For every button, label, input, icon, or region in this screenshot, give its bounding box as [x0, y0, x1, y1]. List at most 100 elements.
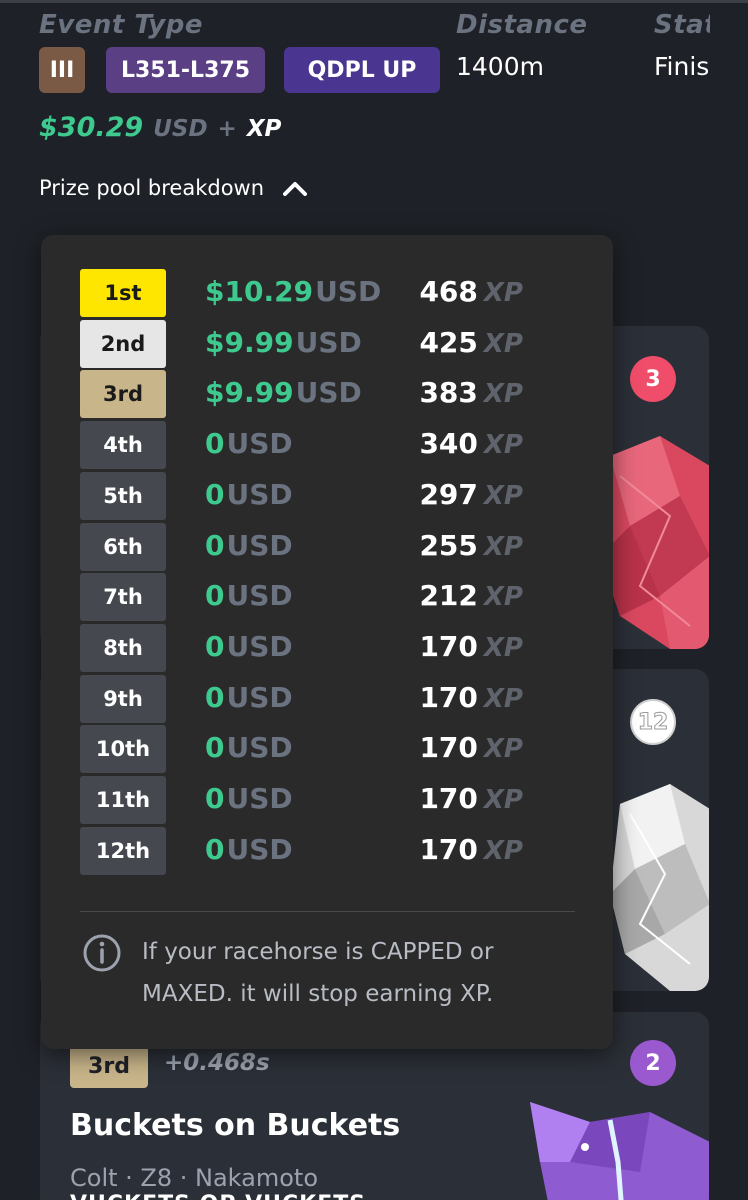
prize-row: 2nd $9.99USD 425 XP: [80, 319, 540, 368]
usd-unit: USD: [226, 579, 293, 613]
place-badge: 4th: [80, 421, 166, 470]
status-label: Stat: [654, 10, 710, 40]
usd-unit: USD: [226, 782, 293, 815]
event-tag-chip[interactable]: QDPL UP: [284, 47, 440, 93]
prize-row: 6th 0USD 255 XP: [80, 522, 540, 571]
place-badge: 11th: [80, 776, 166, 824]
usd-amount: 0: [205, 629, 225, 663]
prize-breakdown-toggle[interactable]: Prize pool breakdown: [39, 176, 308, 200]
usd-unit: USD: [226, 427, 293, 461]
gate-number: 12: [637, 709, 669, 735]
usd-amount: 0: [205, 731, 225, 765]
prize-row: 4th 0USD 340 XP: [80, 421, 540, 470]
usd-prize: $9.99USD: [205, 326, 362, 359]
usd-prize: 0USD: [205, 630, 293, 663]
xp-amount: 170: [419, 680, 478, 714]
level-range-chip[interactable]: L351-L375: [106, 47, 265, 93]
xp-prize: 170 XP: [419, 630, 523, 663]
race-results-screen: Event Type Distance Stat Finis III L351-…: [0, 0, 748, 1200]
xp-unit: XP: [483, 785, 523, 815]
xp-unit: XP: [483, 734, 523, 765]
info-icon: [83, 934, 121, 972]
xp-prize: 212 XP: [419, 579, 523, 612]
place-badge: 10th: [80, 725, 166, 774]
usd-prize: 0USD: [205, 782, 293, 815]
xp-prize: 340 XP: [419, 427, 523, 460]
usd-prize: 0USD: [205, 833, 293, 866]
prize-row: 9th 0USD 170 XP: [80, 674, 540, 723]
horse-image: [530, 1102, 709, 1200]
xp-unit: XP: [483, 582, 523, 613]
place-badge: 12th: [80, 826, 166, 875]
usd-prize: 0USD: [205, 579, 293, 612]
finish-place-tag: 3rd: [70, 1044, 148, 1088]
usd-prize: 0USD: [205, 478, 293, 511]
distance-value: 1400m: [456, 52, 544, 81]
usd-amount: $9.99: [205, 376, 294, 410]
xp-amount: 170: [419, 629, 478, 663]
top-divider: [0, 0, 748, 3]
time-difference: +0.468s: [164, 1050, 270, 1076]
distance-label: Distance: [456, 10, 588, 40]
usd-unit: USD: [226, 680, 293, 714]
xp-unit: XP: [483, 379, 523, 410]
xp-unit: XP: [483, 480, 523, 511]
usd-amount: 0: [205, 477, 225, 511]
prize-amount: $30.29: [39, 112, 144, 143]
xp-unit: XP: [483, 632, 523, 663]
xp-unit: XP: [483, 683, 523, 714]
xp-prize: 468 XP: [419, 275, 523, 308]
usd-unit: USD: [226, 731, 293, 765]
prize-row: 11th 0USD 170 XP: [80, 776, 540, 824]
place-badge: 2nd: [80, 319, 166, 368]
usd-prize: 0USD: [205, 681, 293, 714]
usd-prize: 0USD: [205, 427, 293, 460]
usd-prize: 0USD: [205, 731, 293, 764]
usd-unit: USD: [295, 325, 362, 359]
place-badge: 7th: [80, 573, 166, 622]
xp-info-note: If your racehorse is CAPPED or MAXED. it…: [82, 931, 582, 1015]
xp-amount: 212: [419, 579, 478, 613]
xp-prize: 170 XP: [419, 731, 523, 764]
prize-unit: USD: [153, 116, 208, 142]
xp-amount: 255: [419, 528, 478, 562]
usd-prize: $9.99USD: [205, 376, 362, 409]
prize-row: 7th 0USD 212 XP: [80, 573, 540, 622]
class-chip[interactable]: III: [39, 47, 85, 93]
xp-prize: 297 XP: [419, 478, 523, 511]
prize-row: 5th 0USD 297 XP: [80, 471, 540, 520]
place-badge: 3rd: [80, 370, 166, 419]
xp-prize: 170 XP: [419, 782, 523, 815]
place-badge: 8th: [80, 623, 166, 672]
horse-subtitle: VUCKETS OP VUCKETS: [70, 1192, 366, 1200]
usd-amount: 0: [205, 680, 225, 714]
place-badge: 1st: [80, 269, 166, 317]
prize-plus: +: [217, 116, 237, 142]
xp-unit: XP: [483, 835, 523, 866]
xp-amount: 297: [419, 477, 478, 511]
prize-row: 3rd $9.99USD 383 XP: [80, 370, 540, 419]
status-column: Stat Finis: [654, 0, 710, 110]
usd-unit: USD: [226, 477, 293, 511]
prize-row: 8th 0USD 170 XP: [80, 623, 540, 672]
usd-unit: USD: [226, 629, 293, 663]
xp-amount: 468: [419, 275, 478, 308]
usd-amount: 0: [205, 528, 225, 562]
usd-amount: $10.29: [205, 275, 314, 308]
usd-prize: $10.29USD: [205, 275, 381, 308]
xp-amount: 170: [419, 832, 478, 866]
usd-unit: USD: [226, 832, 293, 866]
prize-row: 10th 0USD 170 XP: [80, 725, 540, 774]
horse-name[interactable]: Buckets on Buckets: [70, 1108, 400, 1143]
xp-prize: 425 XP: [419, 326, 523, 359]
usd-amount: 0: [205, 427, 225, 461]
usd-unit: USD: [295, 376, 362, 410]
xp-unit: XP: [483, 278, 523, 308]
xp-prize: 255 XP: [419, 529, 523, 562]
xp-prize: 170 XP: [419, 833, 523, 866]
event-type-label: Event Type: [39, 10, 203, 40]
place-badge: 5th: [80, 471, 166, 520]
xp-unit: XP: [483, 531, 523, 562]
prize-row: 12th 0USD 170 XP: [80, 826, 540, 875]
usd-amount: $9.99: [205, 325, 294, 359]
